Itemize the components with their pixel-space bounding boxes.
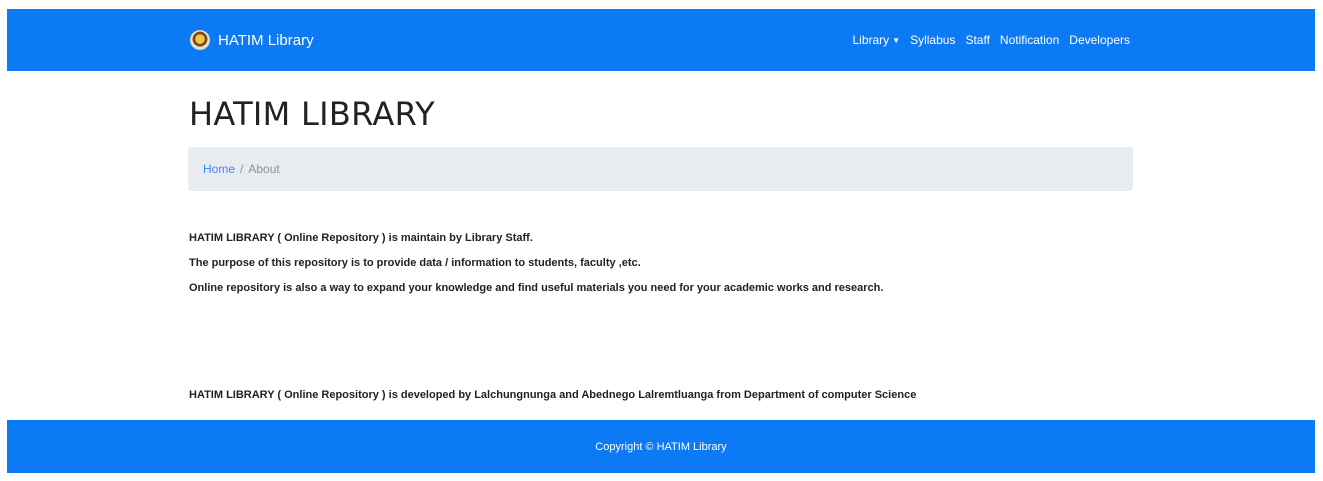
breadcrumb-separator: / [240, 162, 244, 176]
brand-name: HATIM Library [218, 31, 314, 49]
footer: Copyright © HATIM Library [7, 420, 1315, 473]
breadcrumb-home-link[interactable]: Home [203, 162, 235, 176]
caret-down-icon: ▼ [892, 36, 901, 45]
footer-copyright: Copyright © HATIM Library [595, 440, 727, 453]
nav-syllabus[interactable]: Syllabus [910, 33, 955, 47]
about-paragraph-benefit: Online repository is also a way to expan… [189, 282, 884, 294]
library-logo-icon [190, 30, 210, 50]
nav-links: Library ▼ Syllabus Staff Notification Dev… [852, 30, 1130, 50]
nav-library-label: Library [852, 33, 890, 47]
breadcrumb: Home / About [188, 147, 1133, 191]
breadcrumb-current: About [248, 162, 280, 176]
nav-library-dropdown[interactable]: Library ▼ [852, 33, 900, 47]
about-paragraph-purpose: The purpose of this repository is to pro… [189, 257, 641, 269]
nav-developers[interactable]: Developers [1069, 33, 1130, 47]
navbar: HATIM Library Library ▼ Syllabus Staff No… [7, 9, 1315, 71]
page-title: HATIM LIBRARY [189, 95, 435, 133]
nav-staff[interactable]: Staff [965, 33, 989, 47]
page: HATIM Library Library ▼ Syllabus Staff No… [7, 9, 1315, 473]
about-paragraph-developers: HATIM LIBRARY ( Online Repository ) is d… [189, 389, 917, 401]
nav-notification[interactable]: Notification [1000, 33, 1059, 47]
about-paragraph-maintainer: HATIM LIBRARY ( Online Repository ) is m… [189, 232, 533, 244]
brand-link[interactable]: HATIM Library [190, 28, 314, 52]
